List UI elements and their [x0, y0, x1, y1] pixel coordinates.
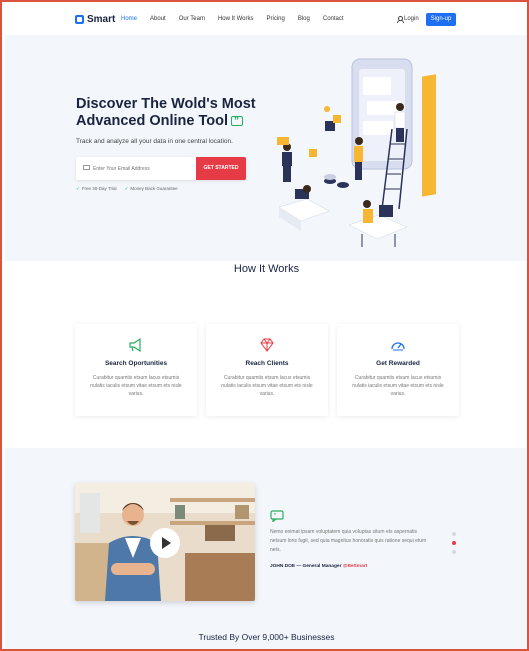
- user-icon: [397, 16, 404, 23]
- testimonial-author: JOHN DOE — General Manager @BeSmart: [270, 564, 367, 569]
- nav-item-our-team[interactable]: Our Team: [179, 16, 205, 22]
- trusted-by-title: Trusted By Over 9,000+ Businesses: [198, 632, 335, 642]
- hero-title: Discover The Wold's Most Advanced Online…: [76, 96, 266, 130]
- card-body: Curabitur quamtis etsum lacus etsumis nu…: [221, 375, 313, 397]
- carousel-dots: [451, 532, 457, 559]
- top-nav: Smart Home About Our Team How It Works P…: [5, 5, 527, 35]
- main-menu: Home About Our Team How It Works Pricing…: [121, 16, 357, 22]
- signup-button[interactable]: Sign-up: [426, 13, 456, 26]
- card-reach-clients: Reach Clients Curabitur quamtis etsum la…: [206, 324, 328, 416]
- card-body: Curabitur quamtis etsum lacus etsumis nu…: [352, 375, 444, 397]
- card-get-rewarded: Get Rewarded Curabitur quamtis etsum lac…: [337, 324, 459, 416]
- card-title: Search Oportunities: [104, 360, 168, 367]
- hero-subtitle: Track and analyze all your data in one c…: [76, 138, 233, 145]
- quote-icon: ”: [270, 510, 284, 522]
- mail-icon: [83, 165, 90, 170]
- logo-icon: [75, 15, 84, 24]
- quote-icon: [231, 113, 243, 130]
- testimonial-text: Nemo enimat ipsam voluptatem quia volupt…: [270, 529, 427, 553]
- card-body: Curabitur quamtis etsum lacus etsumis nu…: [90, 375, 182, 397]
- carousel-dot[interactable]: [452, 532, 456, 536]
- testimonial-section: ” Nemo enimat ipsam voluptatem quia volu…: [5, 448, 527, 649]
- hero-features: ✓ Free 30-Day Trial ✓ Money Back Guarantee: [76, 186, 178, 192]
- megaphone-icon: [129, 338, 141, 352]
- logo[interactable]: Smart: [75, 14, 115, 25]
- page-frame: Smart Home About Our Team How It Works P…: [0, 0, 529, 651]
- hero-section: Discover The Wold's Most Advanced Online…: [5, 35, 527, 261]
- feature-trial-label: Free 30-Day Trial: [81, 186, 117, 191]
- login-label: Login: [404, 16, 419, 22]
- page-content: Smart Home About Our Team How It Works P…: [5, 5, 527, 649]
- feature-money-back: ✓ Money Back Guarantee: [125, 186, 178, 192]
- logo-text: Smart: [87, 14, 116, 25]
- how-it-works-title: How It Works: [233, 263, 300, 275]
- get-started-button[interactable]: GET STARTED: [196, 157, 246, 180]
- diamond-icon: [260, 338, 274, 352]
- nav-item-blog[interactable]: Blog: [298, 16, 310, 22]
- carousel-dot[interactable]: [452, 550, 456, 554]
- speedometer-icon: [391, 342, 405, 351]
- author-name: JOHN DOE — General Manager: [270, 564, 342, 569]
- nav-item-contact[interactable]: Contact: [323, 16, 344, 22]
- email-input[interactable]: [93, 161, 193, 176]
- hero-illustration: [277, 58, 436, 247]
- nav-item-home[interactable]: Home: [121, 16, 137, 22]
- carousel-dot-active[interactable]: [452, 541, 456, 545]
- email-signup-form: GET STARTED: [76, 157, 246, 180]
- feature-money-back-label: Money Back Guarantee: [130, 186, 178, 191]
- how-it-works-cards: Search Oportunities Curabitur quamtis et…: [75, 324, 459, 416]
- login-link[interactable]: Login: [397, 16, 419, 23]
- nav-item-how-it-works[interactable]: How It Works: [218, 16, 254, 22]
- hero-title-line2: Advanced Online Tool: [76, 113, 228, 129]
- testimonial-video[interactable]: [75, 483, 255, 601]
- nav-item-about[interactable]: About: [150, 16, 166, 22]
- card-title: Get Rewarded: [376, 360, 420, 367]
- author-brand[interactable]: @BeSmart: [343, 564, 367, 569]
- feature-trial: ✓ Free 30-Day Trial: [76, 186, 117, 192]
- check-icon: ✓: [76, 186, 80, 191]
- card-search-opportunities: Search Oportunities Curabitur quamtis et…: [75, 324, 197, 416]
- card-title: Reach Clients: [245, 360, 289, 367]
- nav-item-pricing[interactable]: Pricing: [267, 16, 285, 22]
- play-button[interactable]: [150, 528, 180, 558]
- hero-title-line1: Discover The Wold's Most: [76, 96, 256, 112]
- check-icon: ✓: [124, 186, 129, 191]
